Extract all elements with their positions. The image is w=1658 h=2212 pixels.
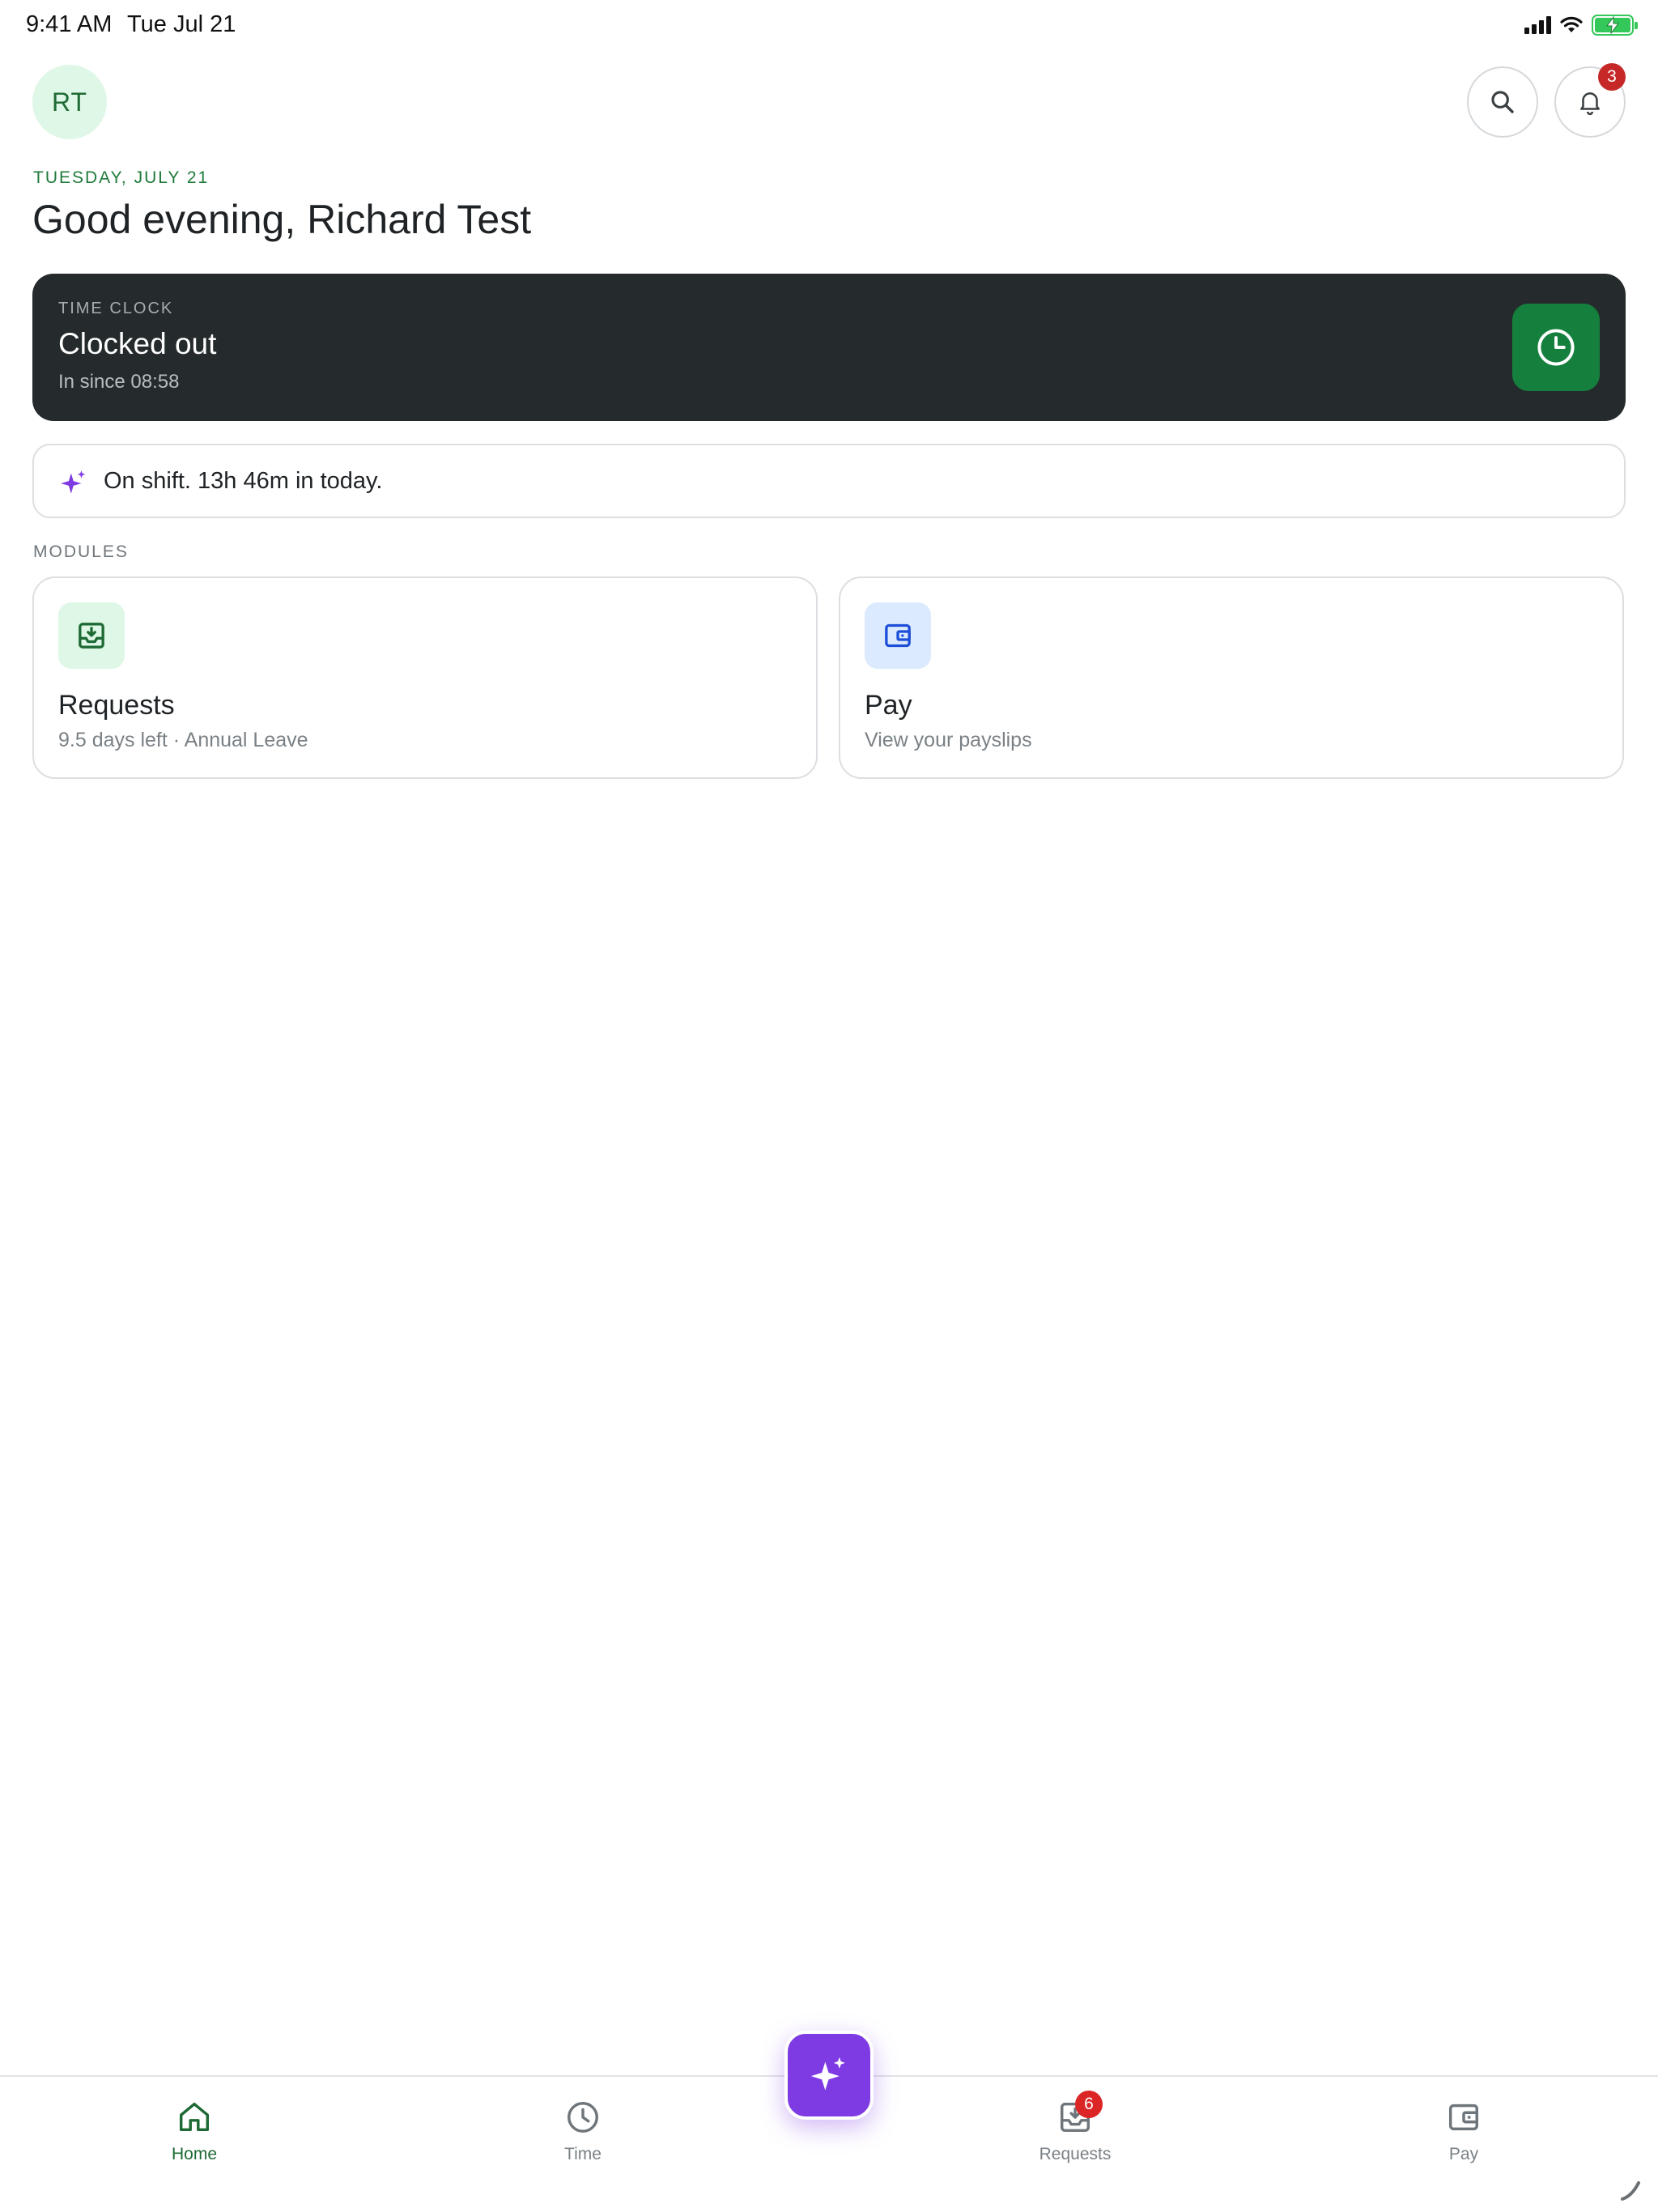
shift-summary-text: On shift. 13h 46m in today.	[104, 468, 383, 494]
status-time: 9:41 AM	[26, 11, 113, 37]
clock-icon	[1537, 329, 1575, 366]
status-date: Tue Jul 21	[127, 11, 236, 37]
page-title: Good evening, Richard Test	[32, 197, 532, 242]
tab-time[interactable]: Time	[502, 2098, 664, 2164]
shift-summary-banner[interactable]: On shift. 13h 46m in today.	[32, 444, 1626, 518]
time-clock-label: TIME CLOCK	[58, 300, 174, 317]
module-card-requests[interactable]: Requests 9.5 days left · Annual Leave	[32, 576, 818, 779]
tab-home[interactable]: Home	[113, 2098, 275, 2164]
tab-label: Time	[564, 2145, 602, 2163]
status-icons	[1524, 15, 1638, 36]
module-card-pay[interactable]: Pay View your payslips	[839, 576, 1624, 779]
module-icon-container	[865, 602, 931, 669]
requests-tab-badge: 6	[1075, 2091, 1103, 2118]
assistant-fab-button[interactable]	[784, 2031, 874, 2120]
sparkles-icon	[810, 2057, 845, 2091]
module-icon-container	[58, 602, 125, 669]
time-clock-status: Clocked out	[58, 327, 217, 360]
tab-label: Pay	[1448, 2145, 1479, 2163]
modules-heading: MODULES	[33, 542, 129, 561]
wallet-icon	[1448, 2104, 1479, 2131]
time-clock-card[interactable]: TIME CLOCK Clocked out In since 08:58	[32, 274, 1626, 421]
clock-in-button[interactable]	[1512, 304, 1600, 391]
module-title: Pay	[865, 690, 912, 721]
tab-label: Home	[171, 2145, 218, 2163]
module-title: Requests	[58, 690, 175, 721]
time-clock-since: In since 08:58	[58, 371, 180, 393]
search-icon	[1491, 91, 1514, 113]
notification-badge: 3	[1598, 63, 1626, 91]
battery-icon	[1592, 15, 1638, 36]
wallet-icon	[885, 623, 911, 648]
module-subtitle: View your payslips	[865, 729, 1032, 751]
tab-pay[interactable]: Pay	[1383, 2098, 1545, 2164]
module-subtitle: 9.5 days left · Annual Leave	[58, 729, 308, 751]
wifi-icon	[1560, 16, 1583, 32]
search-button[interactable]	[1467, 66, 1538, 138]
resize-handle-icon	[1621, 2181, 1640, 2201]
home-icon	[179, 2102, 210, 2132]
cellular-signal-icon	[1524, 16, 1551, 34]
date-caption: TUESDAY, JULY 21	[33, 168, 210, 187]
clock-icon	[568, 2102, 598, 2133]
inbox-download-icon	[79, 623, 104, 649]
bell-icon	[1580, 92, 1600, 116]
sparkles-icon	[61, 470, 86, 494]
tab-label: Requests	[1039, 2145, 1112, 2163]
avatar[interactable]: RT	[32, 65, 107, 139]
